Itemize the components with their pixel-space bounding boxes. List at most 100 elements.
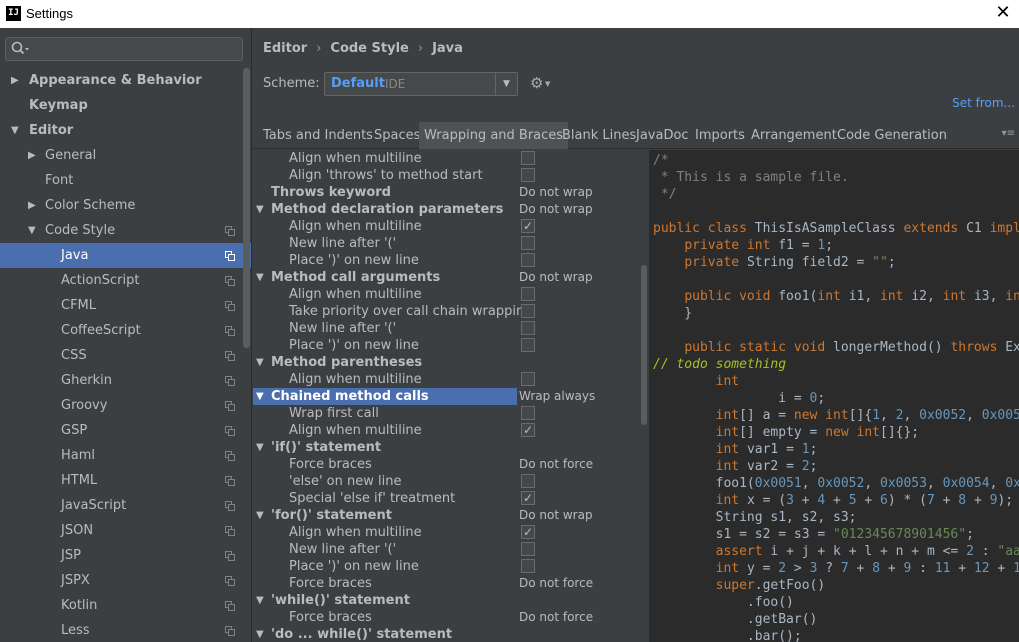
sidebar-item[interactable]: Haml — [0, 443, 251, 468]
option-row[interactable]: 'else' on new line — [253, 473, 641, 490]
option-row[interactable]: New line after '(' — [253, 235, 641, 252]
expand-down-icon[interactable]: ▼ — [256, 626, 264, 642]
expand-down-icon[interactable]: ▼ — [256, 388, 264, 405]
option-value-dropdown[interactable]: Do not force — [519, 575, 593, 592]
option-row[interactable]: Align when multiline — [253, 150, 641, 167]
expand-right-icon[interactable]: ▶ — [11, 68, 23, 93]
option-row[interactable]: Force braces Do not force — [253, 456, 641, 473]
sidebar-item[interactable]: ▼ Editor — [0, 118, 251, 143]
expand-down-icon[interactable]: ▼ — [256, 201, 264, 218]
sidebar-item[interactable]: Kotlin — [0, 593, 251, 618]
option-row[interactable]: Place ')' on new line — [253, 558, 641, 575]
option-row[interactable]: Special 'else if' treatment ✓ — [253, 490, 641, 507]
option-row[interactable]: Wrap first call — [253, 405, 641, 422]
sidebar-item[interactable]: ▶ General — [0, 143, 251, 168]
option-row[interactable]: New line after '(' — [253, 320, 641, 337]
option-row[interactable]: Align when multiline — [253, 371, 641, 388]
tab-blank-lines[interactable]: Blank Lines — [557, 122, 641, 149]
expand-down-icon[interactable]: ▼ — [256, 592, 264, 609]
option-group[interactable]: ▼ 'while()' statement — [253, 592, 641, 609]
sidebar-item[interactable]: Font — [0, 168, 251, 193]
sidebar-scrollbar[interactable] — [243, 68, 250, 348]
option-value-dropdown[interactable]: Do not wrap — [519, 184, 593, 201]
sidebar-item[interactable]: Gherkin — [0, 368, 251, 393]
option-row[interactable]: Take priority over call chain wrapping — [253, 303, 641, 320]
sidebar-item[interactable]: GSP — [0, 418, 251, 443]
checkbox[interactable] — [521, 304, 535, 318]
tab-imports[interactable]: Imports — [690, 122, 750, 149]
sidebar-item[interactable]: JSPX — [0, 568, 251, 593]
option-value-dropdown[interactable]: Do not force — [519, 609, 593, 626]
expand-down-icon[interactable]: ▼ — [256, 507, 264, 524]
options-scrollbar[interactable] — [640, 150, 648, 642]
option-row[interactable]: Force braces Do not force — [253, 575, 641, 592]
option-row[interactable]: Force braces Do not force — [253, 609, 641, 626]
checkbox[interactable] — [521, 406, 535, 420]
checkbox[interactable] — [521, 559, 535, 573]
option-row[interactable]: Place ')' on new line — [253, 337, 641, 354]
sidebar-item[interactable]: CSS — [0, 343, 251, 368]
scheme-dropdown[interactable]: Default IDE ▼ — [324, 72, 518, 96]
checkbox[interactable] — [521, 236, 535, 250]
option-group[interactable]: ▼ Method declaration parameters Do not wra… — [253, 201, 641, 218]
expand-down-icon[interactable]: ▼ — [256, 354, 264, 371]
checkbox-checked[interactable]: ✓ — [521, 525, 535, 539]
option-group[interactable]: ▼ Method call arguments Do not wrap — [253, 269, 641, 286]
sidebar-item[interactable]: JSP — [0, 543, 251, 568]
sidebar-item[interactable]: ▶ Color Scheme — [0, 193, 251, 218]
option-value-dropdown[interactable]: Do not wrap — [519, 201, 593, 218]
expand-down-icon[interactable]: ▼ — [28, 218, 40, 243]
tab-tabs-and-indents[interactable]: Tabs and Indents — [258, 122, 378, 149]
expand-down-icon[interactable]: ▼ — [256, 439, 264, 456]
checkbox-checked[interactable]: ✓ — [521, 219, 535, 233]
option-value-dropdown[interactable]: Do not wrap — [519, 507, 593, 524]
sidebar-item[interactable]: ▶ Appearance & Behavior — [0, 68, 251, 93]
set-from-link[interactable]: Set from... — [952, 96, 1015, 110]
sidebar-item[interactable]: Less — [0, 618, 251, 642]
sidebar-item[interactable]: JSON — [0, 518, 251, 543]
sidebar-item[interactable]: Groovy — [0, 393, 251, 418]
checkbox[interactable] — [521, 474, 535, 488]
option-group[interactable]: ▼ 'if()' statement — [253, 439, 641, 456]
sidebar-item[interactable]: Java — [0, 243, 251, 268]
checkbox[interactable] — [521, 151, 535, 165]
checkbox[interactable] — [521, 372, 535, 386]
option-group[interactable]: ▼ 'do ... while()' statement — [253, 626, 641, 642]
checkbox[interactable] — [521, 321, 535, 335]
option-row[interactable]: New line after '(' — [253, 541, 641, 558]
option-row[interactable]: Align when multiline ✓ — [253, 524, 641, 541]
checkbox[interactable] — [521, 287, 535, 301]
sidebar-item[interactable]: ▼ Code Style — [0, 218, 251, 243]
option-group[interactable]: ▼ Chained method calls Wrap always — [253, 388, 595, 405]
sidebar-item[interactable]: CFML — [0, 293, 251, 318]
tab-arrangement[interactable]: Arrangement — [746, 122, 842, 149]
option-value-dropdown[interactable]: Do not wrap — [519, 269, 593, 286]
sidebar-item[interactable]: Keymap — [0, 93, 251, 118]
tab-javadoc[interactable]: JavaDoc — [631, 122, 694, 149]
settings-search-box[interactable] — [5, 37, 243, 61]
sidebar-item[interactable]: CoffeeScript — [0, 318, 251, 343]
expand-right-icon[interactable]: ▶ — [28, 143, 40, 168]
tabs-overflow-icon[interactable]: ▾≡ — [1002, 128, 1015, 139]
options-scrollbar-thumb[interactable] — [641, 265, 647, 425]
chevron-down-icon[interactable]: ▼ — [495, 73, 517, 95]
option-row[interactable]: Align when multiline ✓ — [253, 218, 641, 235]
sidebar-item[interactable]: ActionScript — [0, 268, 251, 293]
checkbox[interactable] — [521, 338, 535, 352]
sidebar-item[interactable]: JavaScript — [0, 493, 251, 518]
option-value-dropdown[interactable]: Wrap always — [519, 388, 595, 405]
option-row[interactable]: Place ')' on new line — [253, 252, 641, 269]
checkbox[interactable] — [521, 542, 535, 556]
gear-dropdown-icon[interactable]: ▼ — [545, 80, 550, 88]
option-group[interactable]: ▼ 'for()' statement Do not wrap — [253, 507, 641, 524]
checkbox-checked[interactable]: ✓ — [521, 491, 535, 505]
option-row[interactable]: Align 'throws' to method start — [253, 167, 641, 184]
checkbox[interactable] — [521, 168, 535, 182]
expand-down-icon[interactable]: ▼ — [256, 269, 264, 286]
tab-wrapping-and-braces[interactable]: Wrapping and Braces — [419, 122, 569, 149]
option-value-dropdown[interactable]: Do not force — [519, 456, 593, 473]
checkbox[interactable] — [521, 253, 535, 267]
expand-right-icon[interactable]: ▶ — [28, 193, 40, 218]
checkbox-checked[interactable]: ✓ — [521, 423, 535, 437]
tab-code-generation[interactable]: Code Generation — [832, 122, 952, 149]
